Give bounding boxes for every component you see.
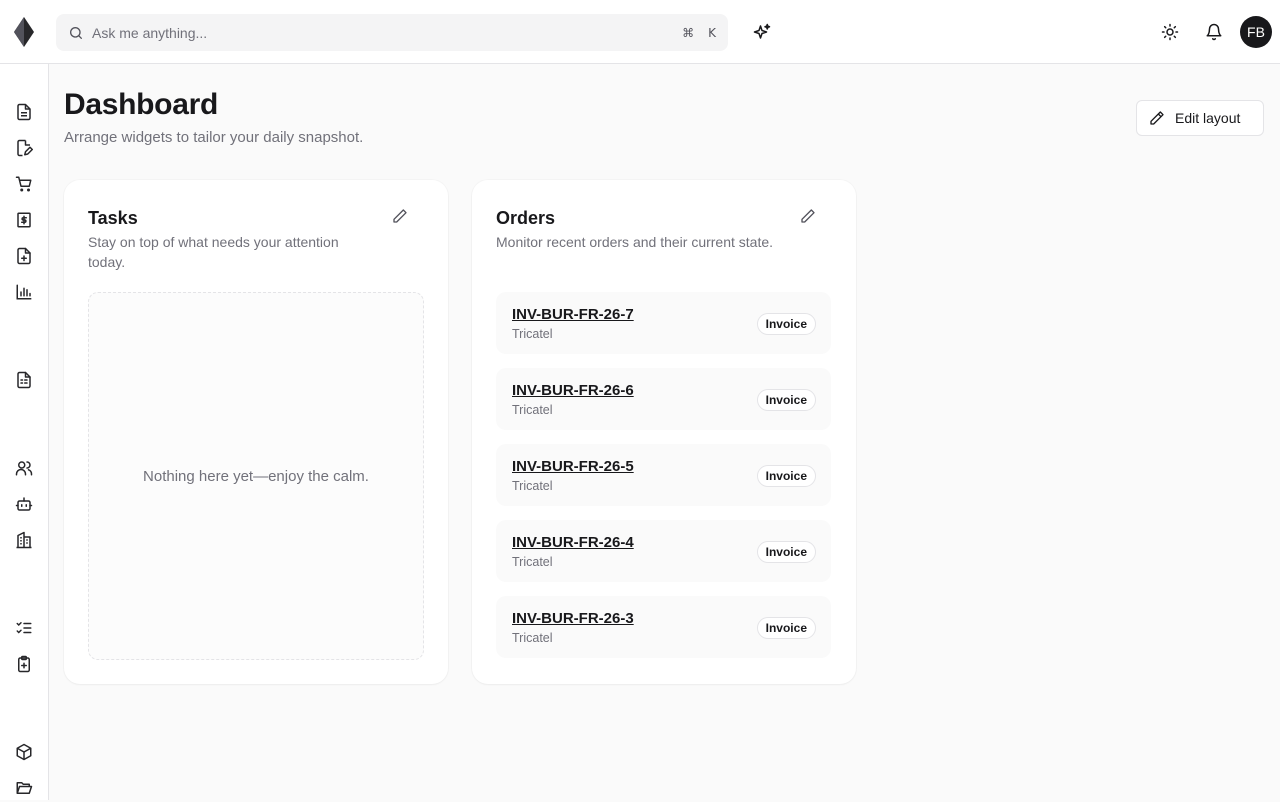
logo-icon[interactable]	[14, 17, 34, 47]
order-company: Tricatel	[512, 403, 553, 417]
orders-title: Orders	[496, 208, 556, 228]
sidebar	[0, 64, 49, 800]
tasks-card: Tasks Stay on top of what needs your att…	[64, 180, 448, 684]
order-id-link[interactable]: INV-BUR-FR-26-6	[512, 382, 634, 399]
spreadsheet-icon[interactable]	[15, 371, 33, 389]
building-icon[interactable]	[15, 531, 33, 549]
signature-icon[interactable]	[15, 139, 33, 157]
edit-layout-label: Edit layout	[1175, 110, 1241, 126]
edit-tasks-button[interactable]	[392, 208, 408, 224]
edit-orders-button[interactable]	[800, 208, 816, 224]
theme-toggle-button[interactable]	[1156, 18, 1184, 46]
order-row[interactable]: INV-BUR-FR-26-5 Tricatel Invoice	[496, 444, 831, 506]
search-bar[interactable]: ⌘ K	[56, 14, 728, 51]
pencil-icon	[801, 209, 815, 223]
order-type-badge: Invoice	[756, 465, 816, 487]
order-id-link[interactable]: INV-BUR-FR-26-4	[512, 534, 634, 551]
orders-description: Monitor recent orders and their current …	[496, 234, 774, 250]
tasks-description: Stay on top of what needs your attention…	[88, 234, 339, 270]
orders-card: Orders Monitor recent orders and their c…	[472, 180, 856, 684]
order-company: Tricatel	[512, 327, 553, 341]
folder-open-icon[interactable]	[15, 779, 33, 797]
bar-chart-icon[interactable]	[15, 283, 33, 301]
clipboard-plus-icon[interactable]	[15, 655, 33, 673]
order-id-link[interactable]: INV-BUR-FR-26-5	[512, 458, 634, 475]
order-type-badge: Invoice	[756, 389, 816, 411]
cart-icon[interactable]	[15, 175, 33, 193]
package-icon[interactable]	[15, 743, 33, 761]
user-avatar[interactable]: FB	[1240, 16, 1272, 48]
page-title: Dashboard	[64, 88, 218, 121]
order-id-link[interactable]: INV-BUR-FR-26-7	[512, 306, 634, 323]
checklist-icon[interactable]	[15, 619, 33, 637]
search-icon	[70, 26, 82, 39]
order-type-badge: Invoice	[756, 541, 816, 563]
order-row[interactable]: INV-BUR-FR-26-7 Tricatel Invoice	[496, 292, 831, 354]
search-input[interactable]	[92, 24, 669, 41]
bell-icon	[1206, 23, 1222, 41]
file-plus-icon[interactable]	[15, 247, 33, 265]
tasks-empty-state: Nothing here yet—enjoy the calm.	[88, 292, 424, 660]
order-company: Tricatel	[512, 631, 553, 645]
ai-sparkles-button[interactable]	[748, 18, 776, 46]
sun-icon	[1161, 23, 1179, 41]
dollar-receipt-icon[interactable]	[15, 211, 33, 229]
order-type-badge: Invoice	[756, 313, 816, 335]
bot-icon[interactable]	[15, 495, 33, 513]
shortcut-key: K	[708, 25, 716, 40]
notifications-button[interactable]	[1200, 18, 1228, 46]
document-icon[interactable]	[15, 103, 33, 121]
order-row[interactable]: INV-BUR-FR-26-6 Tricatel Invoice	[496, 368, 831, 430]
pencil-icon	[1150, 111, 1164, 125]
page-subtitle: Arrange widgets to tailor your daily sna…	[64, 129, 364, 146]
tasks-title: Tasks	[88, 208, 138, 228]
order-type-badge: Invoice	[756, 617, 816, 639]
edit-layout-button[interactable]: Edit layout	[1136, 100, 1264, 136]
order-company: Tricatel	[512, 555, 553, 569]
order-company: Tricatel	[512, 479, 553, 493]
users-icon[interactable]	[15, 459, 33, 477]
pencil-icon	[393, 209, 407, 223]
order-row[interactable]: INV-BUR-FR-26-4 Tricatel Invoice	[496, 520, 831, 582]
sparkles-icon	[753, 23, 771, 39]
shortcut-cmd: ⌘	[682, 25, 695, 40]
order-id-link[interactable]: INV-BUR-FR-26-3	[512, 610, 634, 627]
top-bar: ⌘ K FB	[0, 0, 1280, 64]
order-row[interactable]: INV-BUR-FR-26-3 Tricatel Invoice	[496, 596, 831, 658]
